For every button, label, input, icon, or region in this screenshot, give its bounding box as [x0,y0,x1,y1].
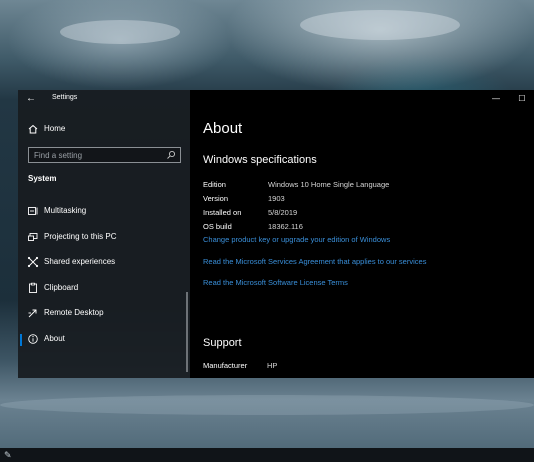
sidebar-item-label: Clipboard [44,283,79,292]
support-heading: Support [203,337,242,349]
support-key-manufacturer: Manufacturer [203,361,248,370]
license-terms-link[interactable]: Read the Microsoft Software License Term… [203,278,348,287]
sidebar-item-projecting[interactable]: Projecting to this PC [18,226,190,248]
support-value-manufacturer: HP [267,361,278,370]
window-title: Settings [52,94,78,101]
info-icon [28,334,38,344]
shared-experiences-icon [27,256,39,268]
spec-key-os-build: OS build [203,222,232,231]
section-heading-system: System [28,174,57,183]
sidebar-item-label: Projecting to this PC [44,232,117,241]
spec-value-edition: Windows 10 Home Single Language [268,180,390,189]
multitasking-icon [28,207,38,215]
spec-value-os-build: 18362.116 [268,222,303,231]
search-placeholder: Find a setting [34,151,83,160]
minimize-button[interactable]: — [490,94,502,104]
settings-window: ← Settings Home Find a setting System Mu… [18,90,534,378]
spec-value-installed-on: 5/8/2019 [268,208,298,217]
sidebar-item-label: Shared experiences [44,257,116,266]
about-content: — ☐ About Windows specifications Edition… [190,90,534,378]
sidebar-item-remote-desktop[interactable]: Remote Desktop [18,302,190,324]
search-icon[interactable] [166,150,176,160]
sidebar-scrollbar[interactable] [186,292,188,372]
sidebar-item-about[interactable]: About [18,328,190,350]
projecting-icon [28,233,38,241]
back-arrow-icon[interactable]: ← [26,93,38,105]
wave-foam [300,10,460,40]
sidebar-item-label: Home [44,124,66,133]
sidebar-item-label: Remote Desktop [44,308,104,317]
home-icon [28,124,38,134]
sidebar-item-label: Multitasking [44,206,87,215]
services-agreement-link[interactable]: Read the Microsoft Services Agreement th… [203,257,426,266]
change-product-key-link[interactable]: Change product key or upgrade your editi… [203,235,390,244]
settings-sidebar: ← Settings Home Find a setting System Mu… [18,90,190,378]
wave-foam [60,20,180,44]
spec-key-edition: Edition [203,180,226,189]
spec-key-version: Version [203,194,229,203]
sidebar-item-label: About [44,334,65,343]
sea-surface [0,395,534,415]
start-icon[interactable]: ✎ [4,450,14,460]
page-title: About [203,120,243,137]
specs-heading: Windows specifications [203,154,317,166]
sidebar-item-clipboard[interactable]: Clipboard [18,277,190,299]
search-input[interactable]: Find a setting [28,147,181,163]
maximize-button[interactable]: ☐ [516,94,528,104]
clipboard-icon [29,282,37,293]
spec-key-installed-on: Installed on [203,208,242,217]
sidebar-item-home[interactable]: Home [18,118,190,140]
spec-value-version: 1903 [268,194,285,203]
title-bar: ← Settings [18,90,190,108]
sidebar-item-multitasking[interactable]: Multitasking [18,200,190,222]
sidebar-item-shared-experiences[interactable]: Shared experiences [18,251,190,273]
remote-desktop-icon [28,309,37,318]
taskbar: ✎ [0,448,534,462]
